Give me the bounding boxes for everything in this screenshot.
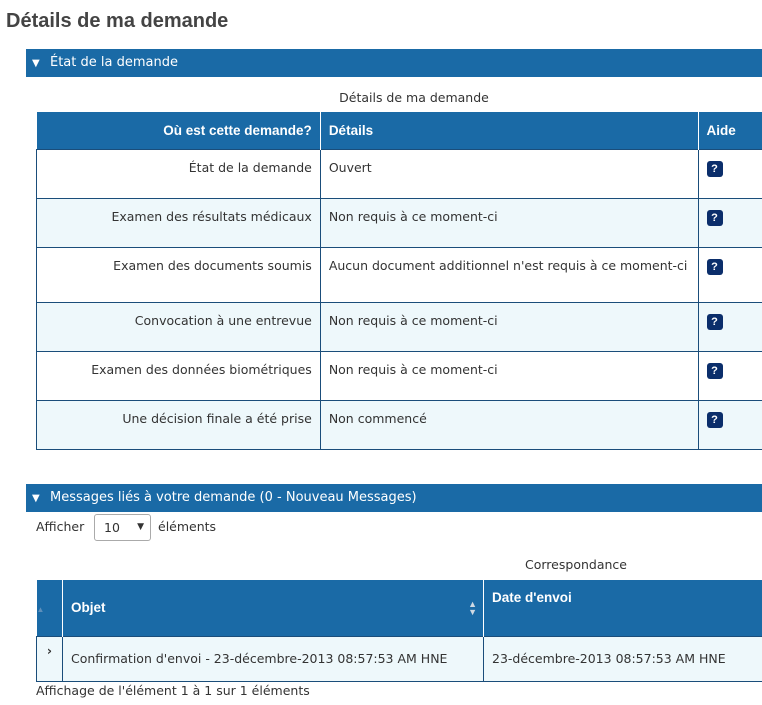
messages-table-caption: Correspondance <box>525 557 627 572</box>
detail-cell: Ouvert <box>319 148 699 199</box>
triangle-down-icon: ▼ <box>32 493 40 504</box>
table-row: Examen des résultats médicaux Non requis… <box>36 197 762 248</box>
status-table-caption: Détails de ma demande <box>339 90 489 105</box>
detail-cell: Non requis à ce moment-ci <box>319 197 699 248</box>
help-icon[interactable]: ? <box>706 160 723 177</box>
help-icon[interactable]: ? <box>706 362 723 379</box>
column-header-expand: ▲ <box>36 580 63 636</box>
step-cell: Examen des documents soumis <box>36 246 321 303</box>
step-cell: Une décision finale a été prise <box>36 399 321 450</box>
step-cell: Convocation à une entrevue <box>36 301 321 352</box>
messages-table: ▲ Objet ▲ ▼ Date d'envoi › Confirmation d… <box>36 580 762 682</box>
detail-cell: Non commencé <box>319 399 699 450</box>
chevron-right-icon[interactable]: › <box>36 635 63 682</box>
help-icon[interactable]: ? <box>706 258 723 275</box>
detail-cell: Aucun document additionnel n'est requis … <box>319 246 699 303</box>
page-length-label: Afficher <box>36 519 85 534</box>
triangle-down-icon: ▼ <box>137 522 144 532</box>
detail-cell: Non requis à ce moment-ci <box>319 301 699 352</box>
column-header-step: Où est cette demande? <box>36 112 321 149</box>
detail-cell: Non requis à ce moment-ci <box>319 350 699 401</box>
column-header-subject[interactable]: Objet ▲ ▼ <box>62 580 484 636</box>
table-info: Affichage de l'élément 1 à 1 sur 1 éléme… <box>36 683 310 698</box>
date-cell: 23-décembre-2013 08:57:53 AM HNE <box>483 635 762 682</box>
page-title: Détails de ma demande <box>6 10 229 32</box>
page-length-suffix: éléments <box>158 519 217 534</box>
column-header-details: Détails <box>319 112 699 149</box>
table-row: Convocation à une entrevue Non requis à … <box>36 301 762 352</box>
sort-up-icon: ▲ <box>36 605 45 615</box>
messages-section-title: Messages liés à votre demande (0 - Nouve… <box>50 490 417 505</box>
column-header-date[interactable]: Date d'envoi <box>483 580 762 636</box>
column-header-subject-label: Objet <box>71 600 106 616</box>
step-cell: Examen des résultats médicaux <box>36 197 321 248</box>
page-length-select[interactable]: 10 ▼ <box>94 514 151 541</box>
table-row: Examen des documents soumis Aucun docume… <box>36 246 762 303</box>
sort-icon[interactable]: ▲ ▼ <box>468 600 477 617</box>
status-section-toggle[interactable]: ▼ État de la demande <box>26 49 762 77</box>
help-icon[interactable]: ? <box>706 209 723 226</box>
table-row[interactable]: › Confirmation d'envoi - 23-décembre-201… <box>36 635 762 682</box>
step-cell: Examen des données biométriques <box>36 350 321 401</box>
help-icon[interactable]: ? <box>706 411 723 428</box>
step-cell: État de la demande <box>36 148 321 199</box>
subject-cell[interactable]: Confirmation d'envoi - 23-décembre-2013 … <box>62 635 484 682</box>
triangle-down-icon: ▼ <box>32 58 40 69</box>
status-table: Où est cette demande? Détails Aide État … <box>36 112 762 450</box>
messages-section-toggle[interactable]: ▼ Messages liés à votre demande (0 - Nouv… <box>26 484 762 512</box>
column-header-help: Aide <box>697 112 762 149</box>
help-icon[interactable]: ? <box>706 313 723 330</box>
page-length-value: 10 <box>104 520 120 535</box>
table-row: Examen des données biométriques Non requ… <box>36 350 762 401</box>
table-row: Une décision finale a été prise Non comm… <box>36 399 762 450</box>
table-row: État de la demande Ouvert ? <box>36 148 762 199</box>
status-section-title: État de la demande <box>50 55 178 70</box>
